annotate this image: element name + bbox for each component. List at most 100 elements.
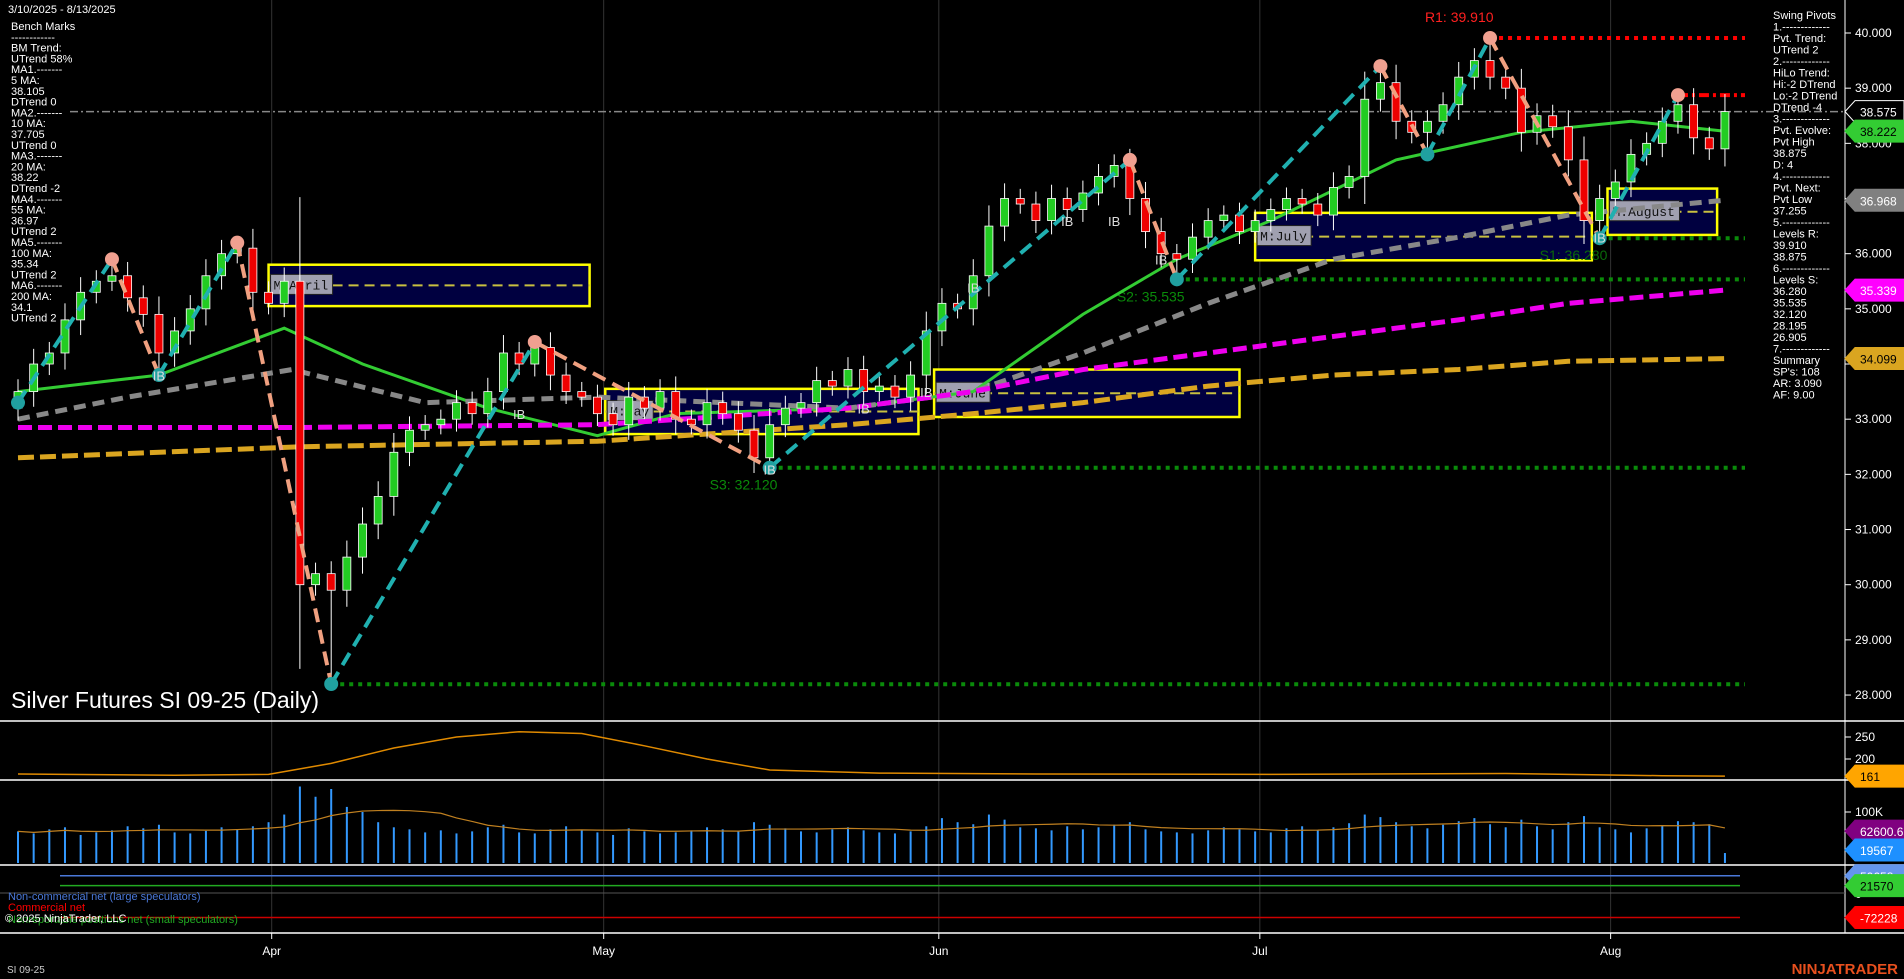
candle-down (1501, 76, 1511, 89)
candle-up (984, 225, 994, 277)
ib-marker: IB (920, 385, 932, 400)
osc-tick-label: 250 (1855, 730, 1875, 744)
price-tag: 34.099 (1860, 353, 1897, 367)
candle-down (577, 391, 587, 398)
candle-up (1266, 209, 1276, 221)
swing-pivot-line: Pvt. Trend: (1773, 33, 1826, 45)
ib-marker: IB (764, 462, 776, 477)
swing-pivot-line: AR: 3.090 (1773, 378, 1822, 390)
candle-up (342, 556, 352, 591)
swing-pivot-line: 4.------------- (1773, 171, 1830, 183)
instrument-label: SI 09-25 (7, 965, 45, 976)
pivot-low-marker (11, 395, 25, 410)
swing-pivot-line: Pvt High (1773, 137, 1815, 149)
candle-down (1548, 115, 1558, 128)
pivot-high-marker (230, 235, 245, 250)
candle-up (796, 402, 806, 409)
pivot-low-marker (1169, 272, 1184, 287)
candle-down (1689, 104, 1699, 139)
candle-up (311, 573, 320, 586)
ib-marker: IB (1108, 214, 1120, 229)
swing-pivot-line: 39.910 (1773, 240, 1807, 252)
candle-down (467, 402, 477, 415)
pivot-high-marker (1373, 59, 1388, 74)
candle-up (1720, 111, 1730, 150)
candle-up (436, 418, 446, 426)
candle-up (780, 407, 790, 426)
x-tick-label: Jul (1252, 944, 1267, 958)
candle-up (358, 523, 367, 558)
candle-up (1000, 198, 1009, 227)
swing-pivot-line: DTrend -4 (1773, 102, 1822, 114)
y-tick-label: 28.000 (1855, 688, 1892, 702)
candle-down (733, 413, 743, 431)
candle-down (593, 396, 602, 415)
x-tick-label: Aug (1600, 944, 1621, 958)
candle-up (530, 347, 540, 365)
swing-pivot-line: 6.------------- (1773, 263, 1830, 275)
ib-marker: IB (1594, 231, 1606, 246)
y-tick-label: 35.000 (1855, 302, 1892, 316)
ib-marker: IB (1061, 214, 1073, 229)
candle-down (1485, 60, 1495, 78)
oscillator-tag: 161 (1860, 770, 1880, 784)
candle-up (1047, 198, 1056, 221)
swing-pivot-line: Pvt. Next: (1773, 183, 1821, 195)
candle-up (906, 374, 916, 398)
candle-up (843, 369, 853, 387)
swing-pivot-line: Pvt Low (1773, 194, 1812, 206)
candle-down (154, 313, 164, 354)
swing-pivot-line: Lo:-2 DTrend (1773, 91, 1837, 103)
candle-down (138, 297, 148, 315)
candle-down (295, 280, 305, 586)
swing-pivot-line: 28.195 (1773, 321, 1807, 333)
osc-tick-label: 200 (1855, 752, 1875, 766)
swing-pivot-line: SP's: 108 (1773, 367, 1820, 379)
candle-down (1563, 126, 1573, 161)
candle-down (1313, 203, 1323, 216)
swing-pivot-line: HiLo Trend: (1773, 68, 1830, 80)
price-tag: 35.339 (1860, 284, 1897, 298)
y-tick-label: 31.000 (1855, 523, 1892, 537)
price-tag: 36.968 (1860, 194, 1897, 208)
swing-pivot-line: 38.875 (1773, 252, 1807, 264)
candle-down (1031, 203, 1041, 221)
candle-down (1297, 198, 1307, 205)
swing-pivot-line: AF: 9.00 (1773, 390, 1815, 402)
x-tick-label: Jun (929, 944, 948, 958)
pivot-high-marker (1670, 88, 1685, 103)
pivot-high-marker (1483, 30, 1498, 45)
level-label: R1: 39.910 (1425, 9, 1494, 25)
ib-marker: IB (153, 369, 165, 384)
candle-up (483, 391, 493, 415)
y-tick-label: 29.000 (1855, 633, 1892, 647)
ib-marker: IB (857, 402, 869, 417)
candle-down (514, 352, 524, 365)
swing-pivot-line: Hi:-2 DTrend (1773, 79, 1836, 91)
candle-up (1595, 198, 1605, 221)
candle-up (874, 385, 884, 393)
swing-pivot-line: 37.255 (1773, 206, 1807, 218)
cot-tag: -72228 (1860, 912, 1898, 926)
candle-up (1188, 236, 1197, 260)
benchmark-line: UTrend 2 (11, 313, 56, 325)
candle-up (279, 280, 289, 304)
y-tick-label: 40.000 (1855, 26, 1892, 40)
y-tick-label: 39.000 (1855, 81, 1892, 95)
price-tag: 38.222 (1860, 125, 1897, 139)
candle-up (765, 424, 775, 459)
y-tick-label: 30.000 (1855, 578, 1892, 592)
candle-up (1203, 220, 1213, 238)
volume-average-tag: 62600.65 (1860, 825, 1904, 839)
swing-pivot-line: Summary (1773, 355, 1821, 367)
candle-up (812, 380, 822, 404)
swing-pivot-line: 36.280 (1773, 286, 1807, 298)
price-tag: 38.575 (1860, 106, 1897, 120)
candle-up (1376, 82, 1385, 100)
chart-canvas[interactable]: M:AprilM:MayM:JuneM:JulyM:August R1: 39.… (0, 0, 1904, 979)
y-tick-label: 36.000 (1855, 247, 1892, 261)
date-range: 3/10/2025 - 8/13/2025 (8, 4, 116, 16)
swing-pivot-line: UTrend 2 (1773, 45, 1818, 57)
swing-pivot-line: Levels S: (1773, 275, 1818, 287)
ib-marker: IB (513, 407, 525, 422)
